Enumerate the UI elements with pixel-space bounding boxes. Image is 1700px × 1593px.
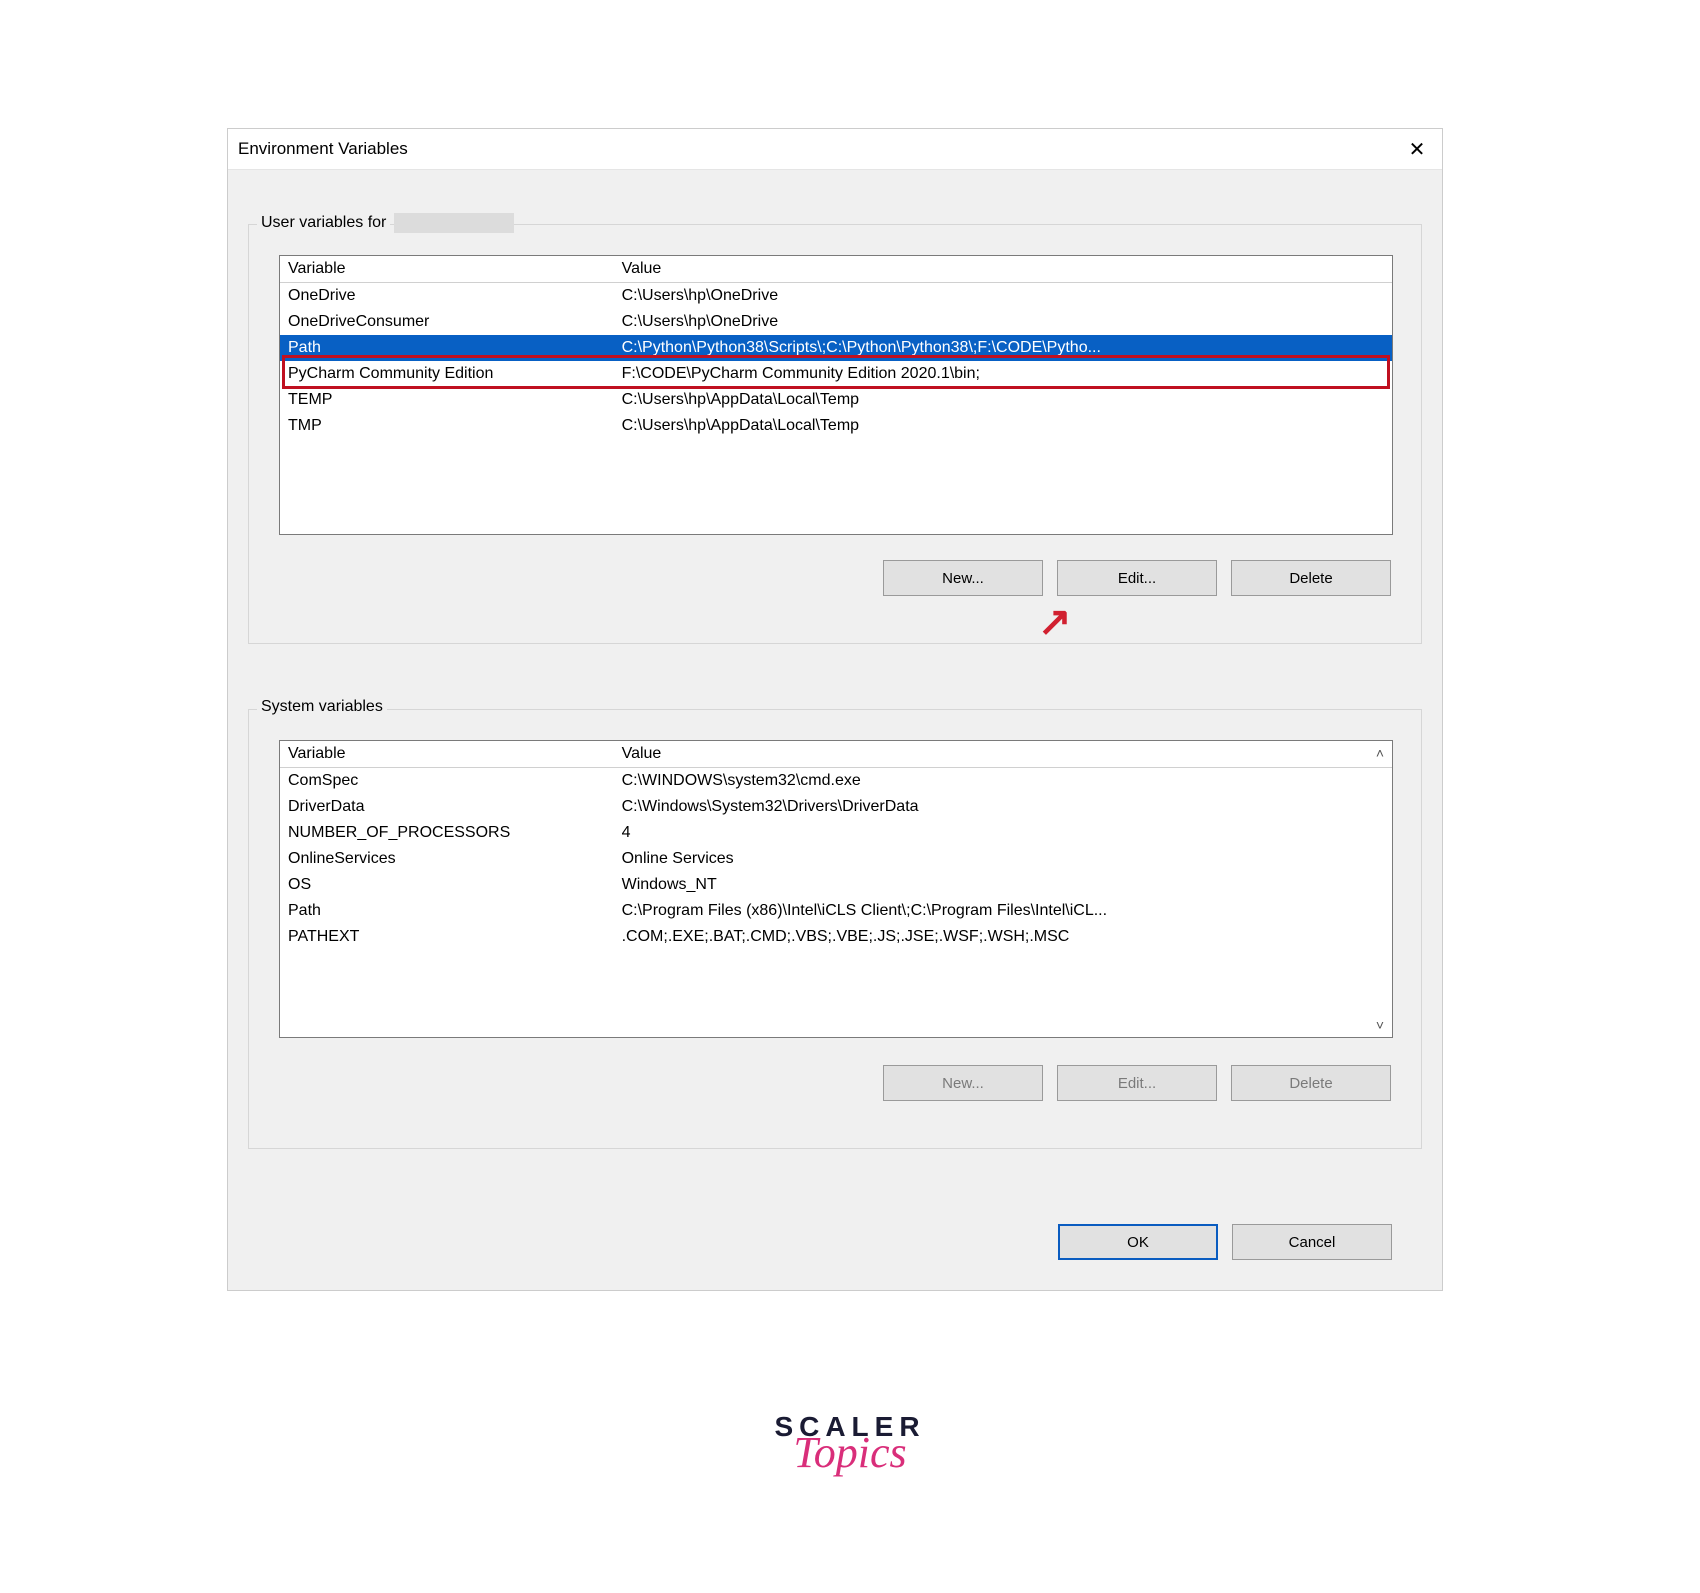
variable-cell: OS xyxy=(280,872,614,898)
dialog-title: Environment Variables xyxy=(238,139,1402,159)
value-cell: C:\Users\hp\AppData\Local\Temp xyxy=(614,413,1392,439)
variable-cell: OneDrive xyxy=(280,283,614,310)
variable-cell: DriverData xyxy=(280,794,614,820)
variable-cell: OneDriveConsumer xyxy=(280,309,614,335)
variable-cell: TEMP xyxy=(280,387,614,413)
table-row[interactable]: PyCharm Community EditionF:\CODE\PyCharm… xyxy=(280,361,1392,387)
value-cell: Online Services xyxy=(614,846,1392,872)
system-edit-button[interactable]: Edit... xyxy=(1057,1065,1217,1101)
system-variables-group: System variables Variable Value ComSpecC… xyxy=(248,709,1422,1149)
variable-cell: OnlineServices xyxy=(280,846,614,872)
col-header-value[interactable]: Value xyxy=(614,741,1392,768)
system-variables-button-row: New... Edit... Delete xyxy=(883,1065,1391,1101)
table-row[interactable]: OSWindows_NT xyxy=(280,872,1392,898)
table-row[interactable]: PATHEXT.COM;.EXE;.BAT;.CMD;.VBS;.VBE;.JS… xyxy=(280,924,1392,950)
cancel-button[interactable]: Cancel xyxy=(1232,1224,1392,1260)
user-variables-label: User variables for xyxy=(257,214,390,232)
value-cell: F:\CODE\PyCharm Community Edition 2020.1… xyxy=(614,361,1392,387)
redacted-username xyxy=(394,213,514,233)
system-variables-label: System variables xyxy=(257,698,387,716)
user-variables-button-row: New... Edit... Delete xyxy=(883,560,1391,596)
value-cell: C:\Users\hp\AppData\Local\Temp xyxy=(614,387,1392,413)
user-variables-list[interactable]: Variable Value OneDriveC:\Users\hp\OneDr… xyxy=(279,255,1393,535)
environment-variables-dialog: Environment Variables ✕ User variables f… xyxy=(227,128,1443,1291)
system-new-button[interactable]: New... xyxy=(883,1065,1043,1101)
variable-cell: Path xyxy=(280,335,614,361)
system-delete-button[interactable]: Delete xyxy=(1231,1065,1391,1101)
variable-cell: TMP xyxy=(280,413,614,439)
scroll-down-icon[interactable]: ˅ xyxy=(1370,1017,1390,1033)
table-row[interactable]: OnlineServicesOnline Services xyxy=(280,846,1392,872)
value-cell: C:\WINDOWS\system32\cmd.exe xyxy=(614,768,1392,795)
value-cell: Windows_NT xyxy=(614,872,1392,898)
user-delete-button[interactable]: Delete xyxy=(1231,560,1391,596)
ok-button[interactable]: OK xyxy=(1058,1224,1218,1260)
table-row[interactable]: OneDriveConsumerC:\Users\hp\OneDrive xyxy=(280,309,1392,335)
user-variables-group: User variables for Variable Value OneDri… xyxy=(248,224,1422,644)
logo-line-2: Topics xyxy=(774,1433,925,1473)
table-row[interactable]: PathC:\Python\Python38\Scripts\;C:\Pytho… xyxy=(280,335,1392,361)
variable-cell: PyCharm Community Edition xyxy=(280,361,614,387)
table-row[interactable]: OneDriveC:\Users\hp\OneDrive xyxy=(280,283,1392,310)
table-row[interactable]: PathC:\Program Files (x86)\Intel\iCLS Cl… xyxy=(280,898,1392,924)
table-row[interactable]: DriverDataC:\Windows\System32\Drivers\Dr… xyxy=(280,794,1392,820)
value-cell: C:\Users\hp\OneDrive xyxy=(614,283,1392,310)
value-cell: C:\Users\hp\OneDrive xyxy=(614,309,1392,335)
scroll-up-icon[interactable]: ˄ xyxy=(1370,745,1390,761)
dialog-button-row: OK Cancel xyxy=(1058,1224,1392,1260)
variable-cell: ComSpec xyxy=(280,768,614,795)
variable-cell: PATHEXT xyxy=(280,924,614,950)
value-cell: .COM;.EXE;.BAT;.CMD;.VBS;.VBE;.JS;.JSE;.… xyxy=(614,924,1392,950)
col-header-variable[interactable]: Variable xyxy=(280,741,614,768)
table-row[interactable]: TMPC:\Users\hp\AppData\Local\Temp xyxy=(280,413,1392,439)
variable-cell: Path xyxy=(280,898,614,924)
col-header-value[interactable]: Value xyxy=(614,256,1392,283)
table-row[interactable]: NUMBER_OF_PROCESSORS4 xyxy=(280,820,1392,846)
scaler-topics-logo: SCALER Topics xyxy=(774,1414,925,1473)
value-cell: C:\Program Files (x86)\Intel\iCLS Client… xyxy=(614,898,1392,924)
user-edit-button[interactable]: Edit... xyxy=(1057,560,1217,596)
titlebar: Environment Variables ✕ xyxy=(228,129,1442,170)
value-cell: 4 xyxy=(614,820,1392,846)
variable-cell: NUMBER_OF_PROCESSORS xyxy=(280,820,614,846)
system-variables-list[interactable]: Variable Value ComSpecC:\WINDOWS\system3… xyxy=(279,740,1393,1038)
value-cell: C:\Python\Python38\Scripts\;C:\Python\Py… xyxy=(614,335,1392,361)
table-row[interactable]: TEMPC:\Users\hp\AppData\Local\Temp xyxy=(280,387,1392,413)
user-new-button[interactable]: New... xyxy=(883,560,1043,596)
table-row[interactable]: ComSpecC:\WINDOWS\system32\cmd.exe xyxy=(280,768,1392,795)
close-icon[interactable]: ✕ xyxy=(1402,137,1432,162)
value-cell: C:\Windows\System32\Drivers\DriverData xyxy=(614,794,1392,820)
col-header-variable[interactable]: Variable xyxy=(280,256,614,283)
